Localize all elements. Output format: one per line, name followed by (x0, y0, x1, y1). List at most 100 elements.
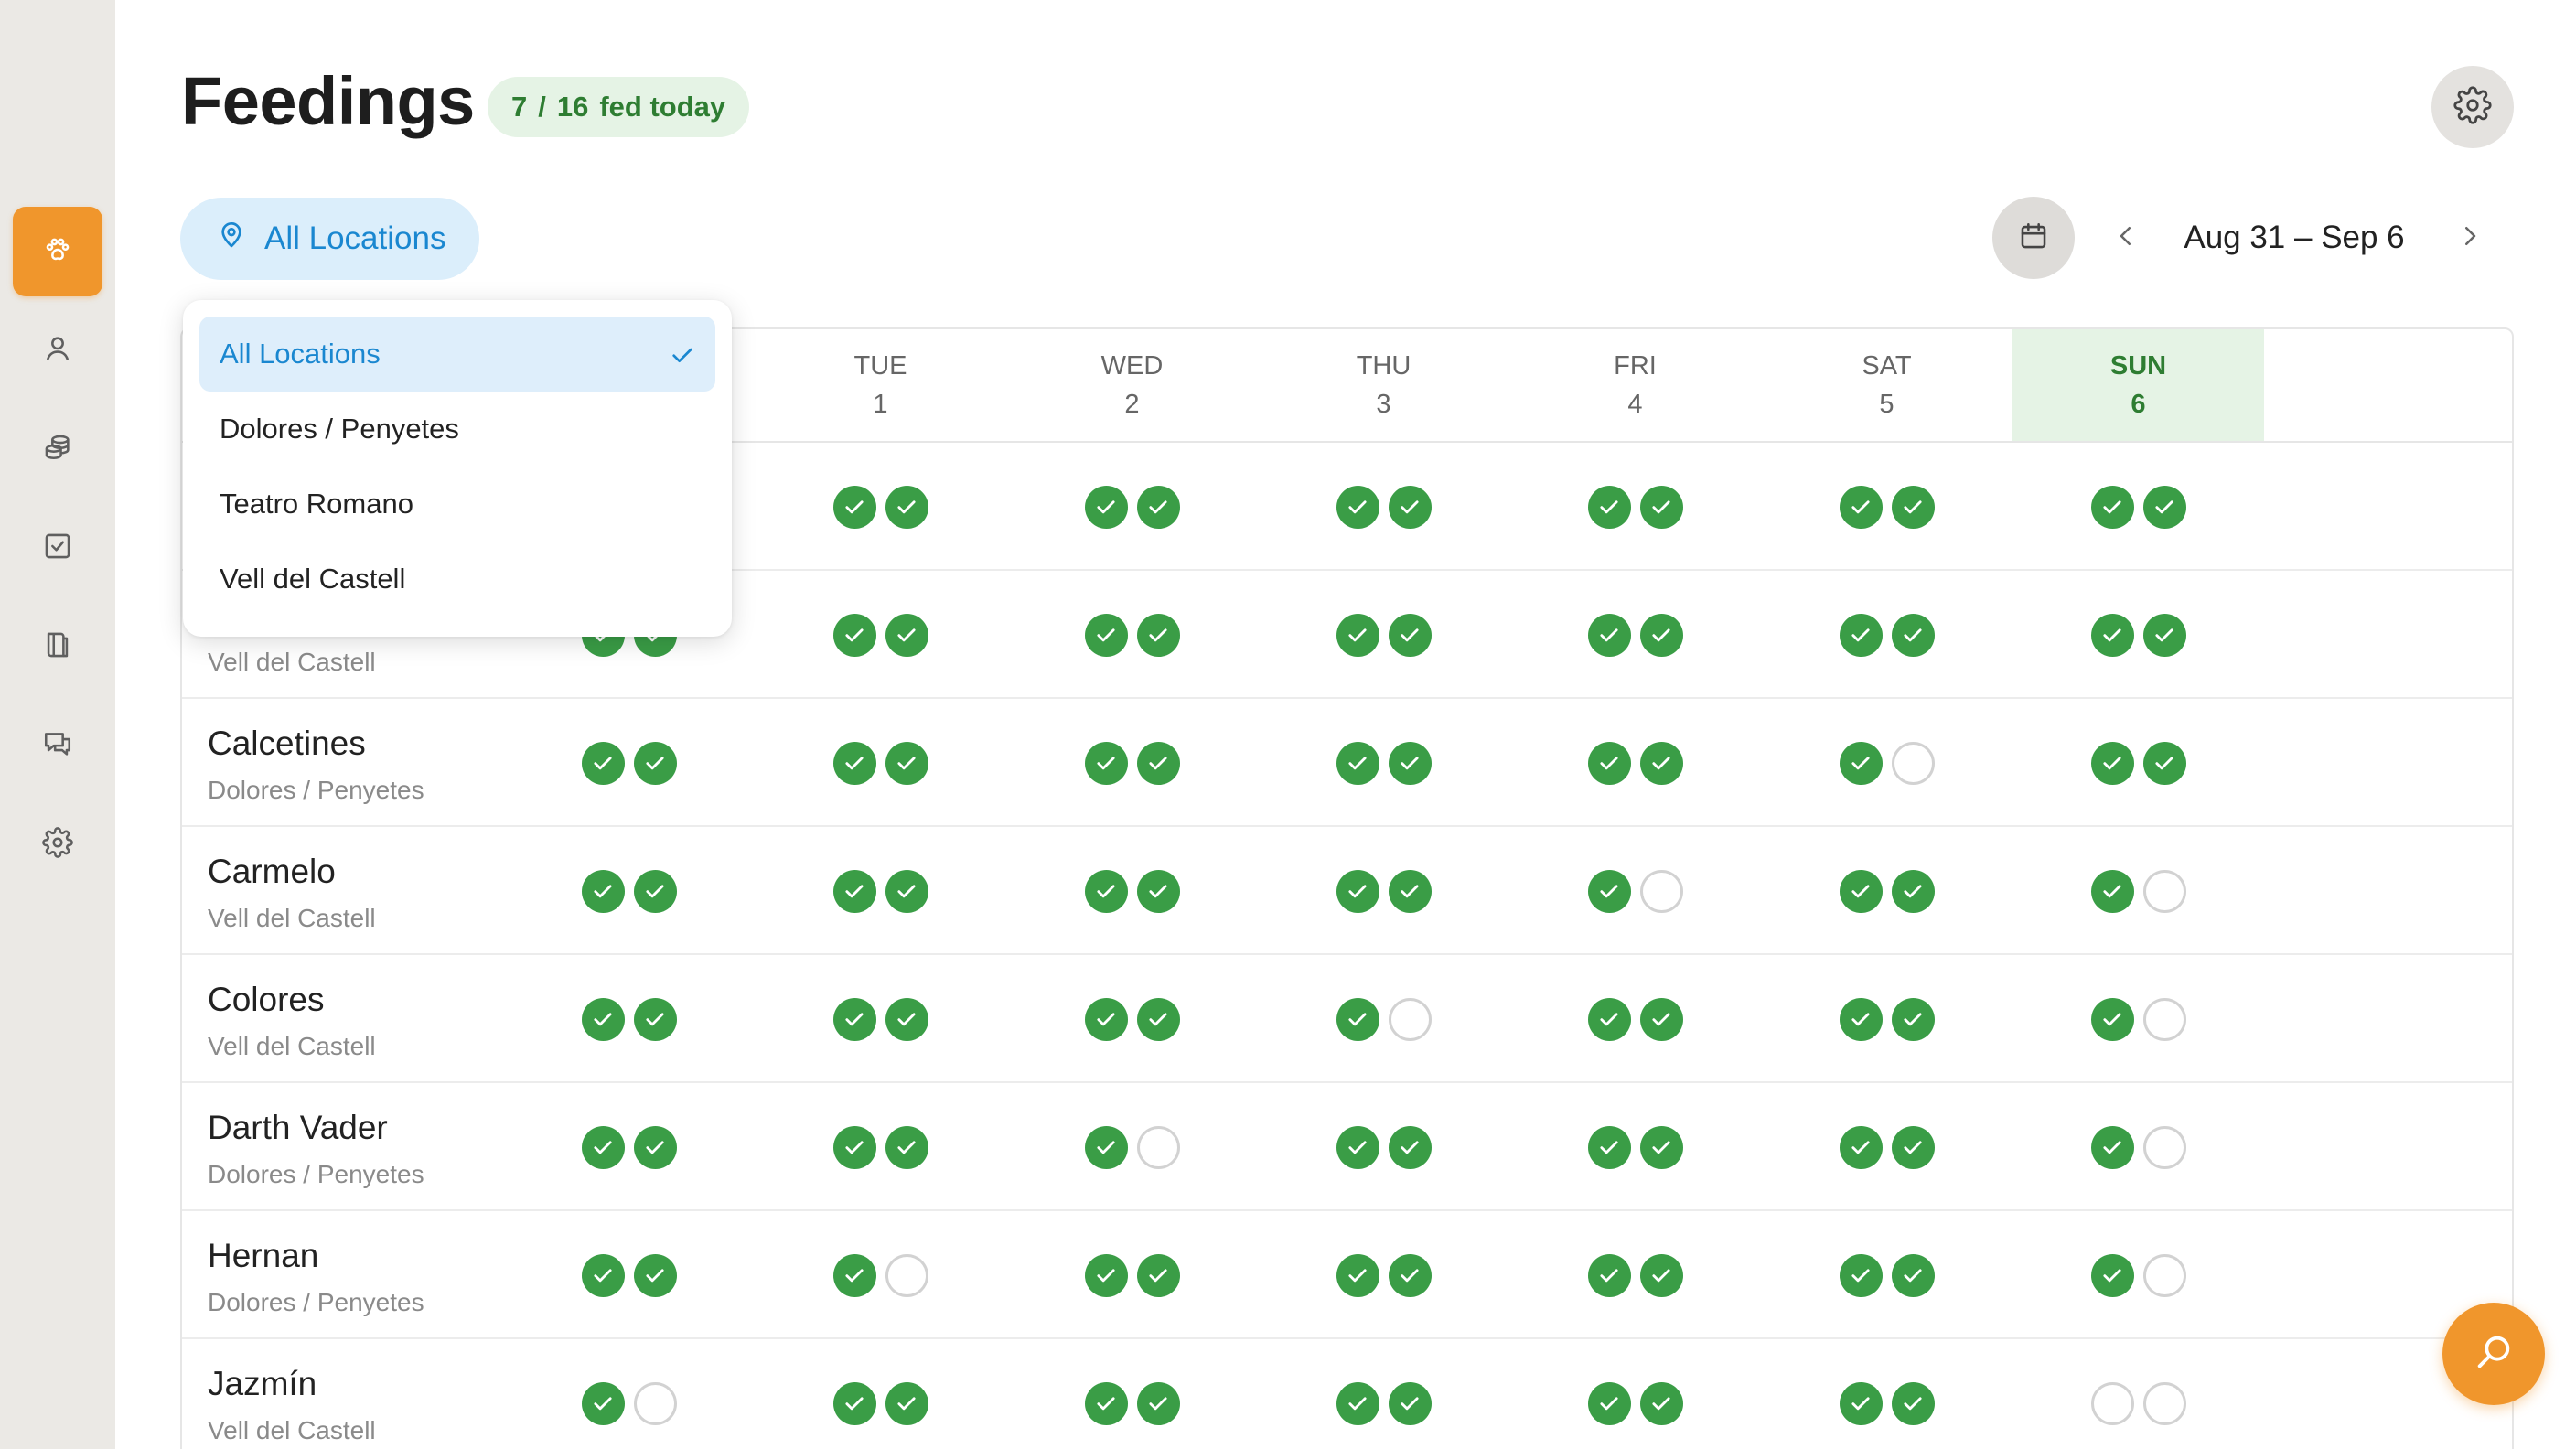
unfed-circle-icon[interactable] (2142, 1381, 2186, 1425)
fed-check-icon[interactable] (1891, 613, 1935, 657)
fed-check-icon[interactable] (633, 1253, 677, 1297)
fed-check-icon[interactable] (1336, 485, 1379, 529)
search-fab-button[interactable] (2442, 1303, 2545, 1405)
page-settings-button[interactable] (2431, 66, 2514, 148)
fed-check-icon[interactable] (1891, 1125, 1935, 1169)
fed-check-icon[interactable] (1587, 741, 1631, 785)
fed-check-icon[interactable] (832, 1125, 876, 1169)
fed-check-icon[interactable] (1639, 1125, 1683, 1169)
fed-check-icon[interactable] (1136, 1381, 1180, 1425)
fed-check-icon[interactable] (1336, 613, 1379, 657)
fed-check-icon[interactable] (2142, 741, 2186, 785)
nav-docs[interactable] (13, 602, 102, 692)
fed-check-icon[interactable] (1839, 1253, 1883, 1297)
fed-check-icon[interactable] (1839, 1125, 1883, 1169)
fed-check-icon[interactable] (1839, 485, 1883, 529)
nav-tasks[interactable] (13, 503, 102, 593)
fed-check-icon[interactable] (1336, 1125, 1379, 1169)
nav-messages[interactable] (13, 701, 102, 790)
nav-settings[interactable] (13, 800, 102, 889)
fed-check-icon[interactable] (832, 869, 876, 913)
fed-check-icon[interactable] (1084, 485, 1128, 529)
fed-check-icon[interactable] (832, 1381, 876, 1425)
fed-check-icon[interactable] (885, 1125, 928, 1169)
calendar-button[interactable] (1992, 197, 2075, 279)
fed-check-icon[interactable] (1891, 869, 1935, 913)
unfed-circle-icon[interactable] (1136, 1125, 1180, 1169)
fed-check-icon[interactable] (1639, 1253, 1683, 1297)
fed-check-icon[interactable] (1891, 1381, 1935, 1425)
fed-check-icon[interactable] (581, 1253, 625, 1297)
fed-check-icon[interactable] (633, 997, 677, 1041)
fed-check-icon[interactable] (581, 741, 625, 785)
fed-check-icon[interactable] (1587, 1253, 1631, 1297)
unfed-circle-icon[interactable] (1388, 997, 1432, 1041)
fed-check-icon[interactable] (1136, 613, 1180, 657)
fed-check-icon[interactable] (1336, 1381, 1379, 1425)
unfed-circle-icon[interactable] (2142, 1125, 2186, 1169)
fed-check-icon[interactable] (1587, 869, 1631, 913)
fed-check-icon[interactable] (2090, 613, 2134, 657)
nav-people[interactable] (13, 306, 102, 395)
fed-check-icon[interactable] (581, 1125, 625, 1169)
nav-finances[interactable] (13, 404, 102, 494)
fed-check-icon[interactable] (1388, 741, 1432, 785)
dropdown-option[interactable]: All Locations (199, 317, 715, 392)
fed-check-icon[interactable] (885, 1381, 928, 1425)
fed-check-icon[interactable] (1891, 997, 1935, 1041)
fed-check-icon[interactable] (1084, 613, 1128, 657)
fed-check-icon[interactable] (2142, 485, 2186, 529)
fed-check-icon[interactable] (1084, 1125, 1128, 1169)
fed-check-icon[interactable] (1336, 741, 1379, 785)
unfed-circle-icon[interactable] (2142, 1253, 2186, 1297)
fed-check-icon[interactable] (1587, 1125, 1631, 1169)
fed-check-icon[interactable] (581, 869, 625, 913)
unfed-circle-icon[interactable] (885, 1253, 928, 1297)
fed-check-icon[interactable] (1388, 1381, 1432, 1425)
fed-check-icon[interactable] (1136, 485, 1180, 529)
dropdown-option[interactable]: Vell del Castell (199, 542, 715, 617)
fed-check-icon[interactable] (1639, 997, 1683, 1041)
fed-check-icon[interactable] (885, 613, 928, 657)
fed-check-icon[interactable] (1084, 1253, 1128, 1297)
fed-check-icon[interactable] (1587, 485, 1631, 529)
fed-check-icon[interactable] (2090, 869, 2134, 913)
fed-check-icon[interactable] (2090, 741, 2134, 785)
dropdown-option[interactable]: Dolores / Penyetes (199, 392, 715, 467)
fed-check-icon[interactable] (1839, 741, 1883, 785)
fed-check-icon[interactable] (832, 997, 876, 1041)
fed-check-icon[interactable] (1839, 613, 1883, 657)
fed-check-icon[interactable] (1639, 1381, 1683, 1425)
fed-check-icon[interactable] (1587, 1381, 1631, 1425)
fed-check-icon[interactable] (1136, 1253, 1180, 1297)
unfed-circle-icon[interactable] (2142, 997, 2186, 1041)
next-week-button[interactable] (2448, 216, 2492, 260)
fed-check-icon[interactable] (1587, 997, 1631, 1041)
fed-check-icon[interactable] (885, 741, 928, 785)
fed-check-icon[interactable] (1839, 869, 1883, 913)
fed-check-icon[interactable] (1388, 1125, 1432, 1169)
fed-check-icon[interactable] (581, 1381, 625, 1425)
fed-check-icon[interactable] (1336, 869, 1379, 913)
fed-check-icon[interactable] (1084, 869, 1128, 913)
fed-check-icon[interactable] (1388, 869, 1432, 913)
unfed-circle-icon[interactable] (2090, 1381, 2134, 1425)
fed-check-icon[interactable] (1388, 1253, 1432, 1297)
fed-check-icon[interactable] (2090, 1253, 2134, 1297)
location-filter-button[interactable]: All Locations (180, 198, 479, 280)
fed-check-icon[interactable] (1388, 613, 1432, 657)
unfed-circle-icon[interactable] (1639, 869, 1683, 913)
unfed-circle-icon[interactable] (2142, 869, 2186, 913)
fed-check-icon[interactable] (885, 869, 928, 913)
fed-check-icon[interactable] (633, 869, 677, 913)
fed-check-icon[interactable] (832, 1253, 876, 1297)
fed-check-icon[interactable] (1639, 741, 1683, 785)
fed-check-icon[interactable] (633, 741, 677, 785)
fed-check-icon[interactable] (1084, 997, 1128, 1041)
fed-check-icon[interactable] (1136, 869, 1180, 913)
fed-check-icon[interactable] (1136, 997, 1180, 1041)
fed-check-icon[interactable] (2090, 1125, 2134, 1169)
fed-check-icon[interactable] (1388, 485, 1432, 529)
fed-check-icon[interactable] (2142, 613, 2186, 657)
fed-check-icon[interactable] (1839, 997, 1883, 1041)
